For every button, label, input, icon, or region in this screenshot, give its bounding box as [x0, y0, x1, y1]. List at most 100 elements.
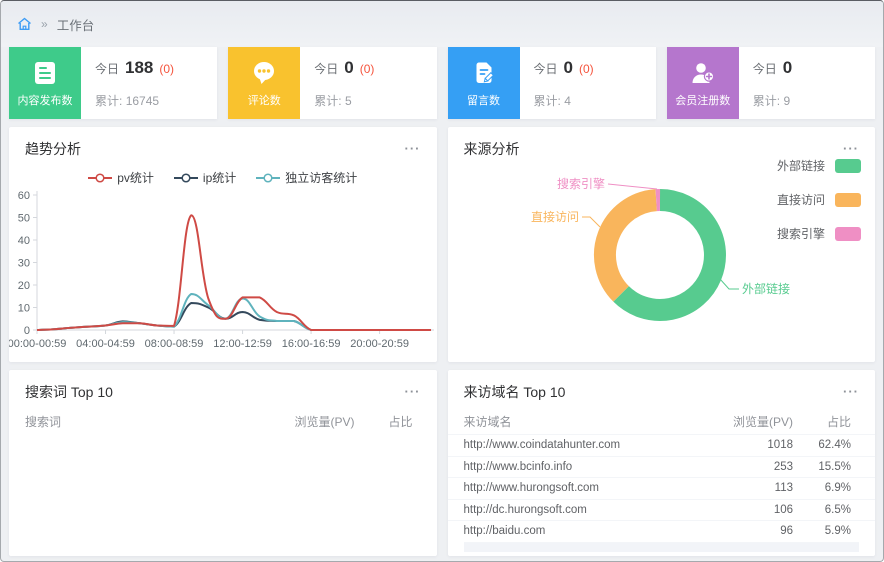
domain-cell: http://baidu.com — [464, 525, 674, 537]
column-header: 浏览量(PV) — [235, 413, 355, 430]
domain-cell: http://dc.hurongsoft.com — [464, 504, 674, 516]
domain-table-body: http://www.coindatahunter.com 1018 62.4%… — [448, 434, 876, 542]
table-header: 来访域名 浏览量(PV) 占比 — [448, 408, 876, 434]
legend-item[interactable]: 搜索引擎 — [777, 225, 861, 242]
user-plus-icon — [689, 59, 717, 87]
stat-card-messages: 留言数 今日 0 (0) 累计: 4 — [448, 47, 656, 119]
svg-text:30: 30 — [18, 258, 30, 270]
ratio-cell: 6.9% — [793, 482, 851, 494]
svg-text:04:00-04:59: 04:00-04:59 — [76, 338, 135, 350]
legend-label: 独立访客统计 — [285, 169, 357, 186]
stat-card-label: 留言数 — [467, 92, 500, 108]
column-header: 占比 — [355, 413, 413, 430]
stat-card-label: 内容发布数 — [18, 92, 73, 108]
today-label: 今日 — [753, 60, 777, 77]
domain-cell: http://www.bcinfo.info — [464, 461, 674, 473]
column-header: 来访域名 — [464, 413, 674, 430]
stat-icon-block: 内容发布数 — [9, 47, 81, 119]
today-value: 188 — [125, 58, 153, 78]
stat-card-label: 评论数 — [248, 92, 281, 108]
tables-row: 搜索词 Top 10 ··· 搜索词 浏览量(PV) 占比 来访域名 Top 1… — [9, 370, 875, 556]
document-lines-icon — [31, 59, 59, 87]
svg-text:外部链接: 外部链接 — [742, 281, 790, 296]
charts-row: 趋势分析 ··· pv统计 ip统计 独立访客统计 01020304050600… — [9, 127, 875, 362]
breadcrumb-current: 工作台 — [57, 15, 95, 34]
card-title: 趋势分析 — [25, 139, 81, 159]
column-header: 浏览量(PV) — [673, 413, 793, 430]
legend-item[interactable]: 外部链接 — [777, 157, 861, 174]
pv-cell: 253 — [673, 461, 793, 473]
legend-label: 搜索引擎 — [777, 225, 825, 242]
home-icon[interactable] — [17, 17, 32, 31]
table-header: 搜索词 浏览量(PV) 占比 — [9, 408, 437, 434]
card-title: 来访域名 Top 10 — [464, 382, 566, 402]
svg-text:0: 0 — [24, 325, 30, 337]
stat-card-member-signups: 会员注册数 今日 0 累计: 9 — [667, 47, 875, 119]
svg-text:60: 60 — [18, 190, 30, 202]
stat-cards-row: 内容发布数 今日 188 (0) 累计: 16745 — [9, 47, 875, 119]
table-row: http://baidu.com 96 5.9% — [448, 520, 876, 542]
total-value: 5 — [345, 94, 352, 108]
card-title: 搜索词 Top 10 — [25, 382, 113, 402]
table-row: http://www.hurongsoft.com 113 6.9% — [448, 477, 876, 499]
table-row: http://www.coindatahunter.com 1018 62.4% — [448, 434, 876, 456]
today-value: 0 — [783, 58, 792, 78]
message-edit-icon — [470, 59, 498, 87]
total-label: 累计: — [753, 94, 780, 108]
stat-card-content-publish: 内容发布数 今日 188 (0) 累计: 16745 — [9, 47, 217, 119]
today-value: 0 — [344, 58, 353, 78]
total-value: 4 — [564, 94, 571, 108]
svg-text:搜索引擎: 搜索引擎 — [556, 176, 604, 191]
source-analysis-card: 外部链接直接访问搜索引擎 来源分析 ··· 外部链接 直接访问 搜索引擎 — [448, 127, 876, 362]
pv-cell: 113 — [673, 482, 793, 494]
legend-line-marker — [88, 173, 112, 183]
pv-cell: 96 — [673, 525, 793, 537]
domain-cell: http://www.hurongsoft.com — [464, 482, 674, 494]
svg-text:08:00-08:59: 08:00-08:59 — [145, 338, 204, 350]
ratio-cell: 5.9% — [793, 525, 851, 537]
svg-text:40: 40 — [18, 235, 30, 247]
legend-item[interactable]: 直接访问 — [777, 191, 861, 208]
today-label: 今日 — [534, 60, 558, 77]
visiting-domains-card: 来访域名 Top 10 ··· 来访域名 浏览量(PV) 占比 http://w… — [448, 370, 876, 556]
trend-line-chart: 010203040506000:00-00:5904:00-04:5908:00… — [9, 185, 437, 362]
stat-icon-block: 评论数 — [228, 47, 300, 119]
ratio-cell: 62.4% — [793, 439, 851, 451]
svg-text:00:00-00:59: 00:00-00:59 — [9, 338, 66, 350]
legend-item[interactable]: ip统计 — [174, 169, 236, 186]
total-value: 9 — [783, 94, 790, 108]
domain-cell: http://www.coindatahunter.com — [464, 439, 674, 451]
ratio-cell: 6.5% — [793, 504, 851, 516]
legend-item[interactable]: 独立访客统计 — [256, 169, 357, 186]
more-menu-button[interactable]: ··· — [405, 387, 421, 397]
more-menu-button[interactable]: ··· — [843, 387, 859, 397]
stat-icon-block: 留言数 — [448, 47, 520, 119]
today-delta: (0) — [159, 62, 174, 76]
legend-line-marker — [174, 173, 198, 183]
legend-label: pv统计 — [117, 169, 154, 186]
card-title: 来源分析 — [464, 139, 520, 159]
table-row: http://www.bcinfo.info 253 15.5% — [448, 456, 876, 478]
today-value: 0 — [564, 58, 573, 78]
svg-text:10: 10 — [18, 303, 30, 315]
table-row: http://dc.hurongsoft.com 106 6.5% — [448, 499, 876, 521]
more-menu-button[interactable]: ··· — [843, 144, 859, 154]
stat-card-comments: 评论数 今日 0 (0) 累计: 5 — [228, 47, 436, 119]
today-delta: (0) — [360, 62, 375, 76]
pv-cell: 106 — [673, 504, 793, 516]
comment-dots-icon — [250, 59, 278, 87]
column-header: 占比 — [793, 413, 851, 430]
trend-chart-legend: pv统计 ip统计 独立访客统计 — [9, 169, 437, 186]
total-value: 16745 — [126, 94, 159, 108]
legend-swatch — [835, 193, 861, 207]
svg-text:12:00-12:59: 12:00-12:59 — [213, 338, 272, 350]
more-menu-button[interactable]: ··· — [405, 144, 421, 154]
total-label: 累计: — [534, 94, 561, 108]
legend-line-marker — [256, 173, 280, 183]
legend-label: ip统计 — [203, 169, 236, 186]
ratio-cell: 15.5% — [793, 461, 851, 473]
table-row-empty — [464, 542, 860, 552]
svg-text:20:00-20:59: 20:00-20:59 — [350, 338, 409, 350]
legend-item[interactable]: pv统计 — [88, 169, 154, 186]
source-chart-legend: 外部链接 直接访问 搜索引擎 — [777, 157, 861, 242]
